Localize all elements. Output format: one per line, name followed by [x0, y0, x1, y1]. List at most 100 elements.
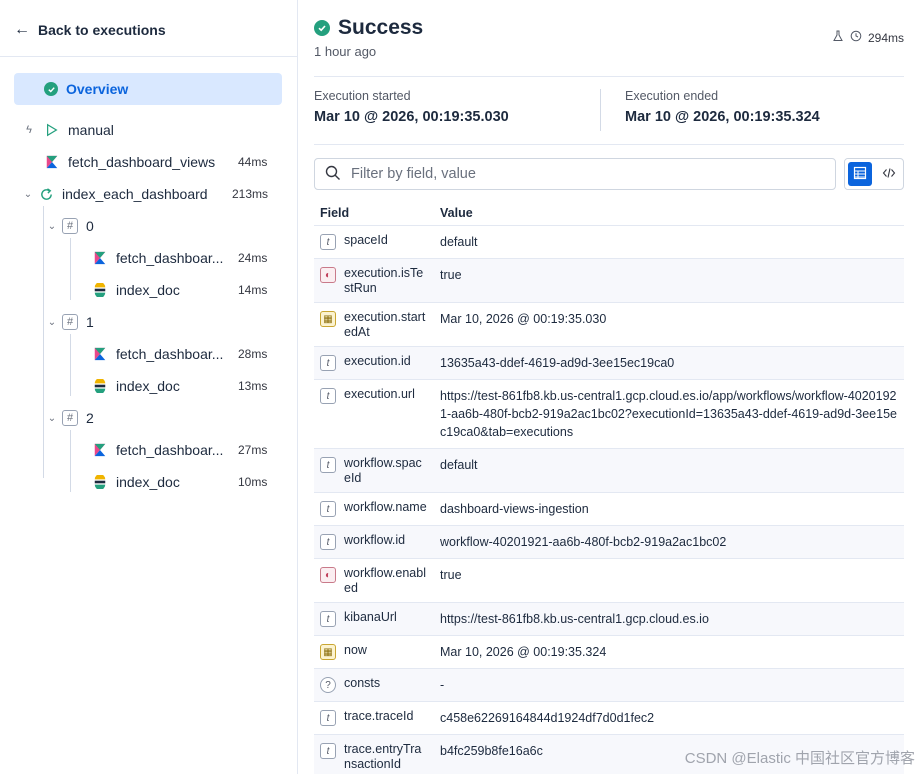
bolt-icon: ϟ	[26, 124, 32, 136]
tree-item-fetch-dashboard-views[interactable]: fetch_dashboard_views 44ms	[44, 152, 270, 172]
table-row: t workflow.id workflow-40201921-aa6b-480f-…	[314, 526, 904, 559]
field-name: execution.startedAt	[344, 310, 426, 339]
field-name: execution.id	[344, 354, 411, 368]
tree-item-index-doc[interactable]: index_doc 13ms	[92, 376, 270, 396]
tree-item-fetch-dashboard[interactable]: fetch_dashboar... 28ms	[92, 344, 270, 364]
kibana-icon	[92, 442, 108, 458]
elasticsearch-icon	[92, 378, 108, 394]
tree-item-label: 2	[86, 410, 94, 426]
date-type-icon: ▦	[320, 644, 336, 660]
kibana-icon	[44, 154, 60, 170]
divider	[314, 144, 904, 145]
unknown-type-icon: ?	[320, 677, 336, 693]
execution-tree-panel: ← Back to executions Overview ϟ manual f…	[0, 0, 298, 774]
back-label: Back to executions	[38, 22, 166, 38]
table-row: ◐ workflow.enabled true	[314, 559, 904, 603]
field-name: now	[344, 643, 367, 657]
table-row: t spaceId default	[314, 226, 904, 259]
relative-time: 1 hour ago	[314, 44, 377, 59]
table-row: ▦ now Mar 10, 2026 @ 00:19:35.324	[314, 636, 904, 669]
tree-item-manual[interactable]: ϟ manual	[24, 120, 114, 140]
tree-guide-line	[43, 206, 44, 478]
chevron-down-icon[interactable]: ⌄	[46, 410, 58, 426]
tree-item-index-doc[interactable]: index_doc 10ms	[92, 472, 270, 492]
watermark: CSDN @Elastic 中国社区官方博客	[684, 750, 915, 767]
field-cell: t trace.entryTransactionId	[314, 735, 434, 774]
table-view-button[interactable]	[845, 159, 874, 189]
elasticsearch-icon	[92, 282, 108, 298]
tree-item-label: index_doc	[116, 474, 180, 490]
field-value: true	[440, 568, 462, 582]
execution-details-panel: Success 1 hour ago 294ms Execution start…	[298, 0, 919, 774]
execution-meta: 294ms	[832, 30, 904, 45]
tree-item-fetch-dashboard[interactable]: fetch_dashboar... 24ms	[92, 248, 270, 268]
tree-item-iteration-0[interactable]: ⌄ # 0	[46, 216, 94, 236]
tree-item-iteration-2[interactable]: ⌄ # 2	[46, 408, 94, 428]
field-name: trace.entryTransactionId	[344, 742, 422, 771]
duration: 10ms	[238, 475, 268, 489]
divider	[0, 56, 297, 57]
field-name: workflow.name	[344, 500, 427, 514]
field-value: dashboard-views-ingestion	[440, 502, 589, 516]
tree-item-label: manual	[68, 122, 114, 138]
field-cell: t workflow.id	[314, 526, 434, 558]
kibana-icon	[92, 250, 108, 266]
chevron-down-icon[interactable]: ⌄	[46, 218, 58, 234]
field-cell: ▦ now	[314, 636, 434, 668]
table-row: ◐ execution.isTestRun true	[314, 259, 904, 303]
field-name: spaceId	[344, 233, 388, 247]
hash-icon: #	[62, 218, 78, 234]
arrow-left-icon: ←	[14, 21, 30, 38]
table-row: t trace.traceId c458e62269164844d1924df7d0…	[314, 702, 904, 735]
tree-item-label: 0	[86, 218, 94, 234]
status-title: Success	[338, 16, 424, 39]
field-name: execution.url	[344, 387, 415, 401]
text-type-icon: t	[320, 355, 336, 371]
tree-item-iteration-1[interactable]: ⌄ # 1	[46, 312, 94, 332]
text-type-icon: t	[320, 388, 336, 404]
fields-table: Field Value t spaceId default ◐ execution.is…	[314, 200, 904, 774]
tree-item-fetch-dashboard[interactable]: fetch_dashboar... 27ms	[92, 440, 270, 460]
field-cell: ◐ execution.isTestRun	[314, 259, 434, 302]
tree-item-index-each-dashboard[interactable]: ⌄ index_each_dashboard 213ms	[22, 184, 270, 204]
back-to-executions-link[interactable]: ← Back to executions	[14, 20, 166, 40]
field-value: 13635a43-ddef-4619-ad9d-3ee15ec19ca0	[440, 356, 675, 370]
tree-item-label: fetch_dashboar...	[116, 250, 224, 266]
table-row: t execution.url https://test-861fb8.kb.us-…	[314, 380, 904, 449]
text-type-icon: t	[320, 611, 336, 627]
text-type-icon: t	[320, 710, 336, 726]
tree-item-label: fetch_dashboar...	[116, 346, 224, 362]
tree-item-label: index_each_dashboard	[62, 186, 208, 202]
loop-icon	[38, 186, 54, 202]
tree-item-label: index_doc	[116, 378, 180, 394]
text-type-icon: t	[320, 743, 336, 759]
filter-field[interactable]	[314, 158, 836, 190]
field-value: -	[440, 678, 445, 692]
text-type-icon: t	[320, 534, 336, 550]
table-header: Field Value	[314, 200, 904, 226]
duration: 44ms	[238, 155, 268, 169]
hash-icon: #	[62, 314, 78, 330]
play-icon	[44, 122, 60, 138]
tree-guide-line	[70, 334, 71, 396]
field-name: consts	[344, 676, 381, 690]
table-row: t kibanaUrl https://test-861fb8.kb.us-cent…	[314, 603, 904, 636]
field-cell: t execution.url	[314, 380, 434, 448]
field-cell: t workflow.name	[314, 493, 434, 525]
field-cell: t trace.traceId	[314, 702, 434, 734]
field-name: workflow.id	[344, 533, 406, 547]
tree-item-overview[interactable]: Overview	[14, 73, 282, 105]
field-value: https://test-861fb8.kb.us-central1.gcp.c…	[440, 612, 709, 626]
view-toggle	[844, 158, 904, 190]
json-view-button[interactable]	[874, 159, 903, 189]
value-column-header: Value	[440, 205, 473, 220]
table-icon	[853, 166, 867, 183]
overview-label: Overview	[66, 81, 129, 97]
text-type-icon: t	[320, 457, 336, 473]
field-value: workflow-40201921-aa6b-480f-bcb2-919a2ac…	[440, 535, 727, 549]
chevron-down-icon[interactable]: ⌄	[22, 186, 34, 202]
tree-item-index-doc[interactable]: index_doc 14ms	[92, 280, 270, 300]
clock-icon	[850, 30, 862, 45]
chevron-down-icon[interactable]: ⌄	[46, 314, 58, 330]
filter-input[interactable]	[351, 166, 831, 182]
